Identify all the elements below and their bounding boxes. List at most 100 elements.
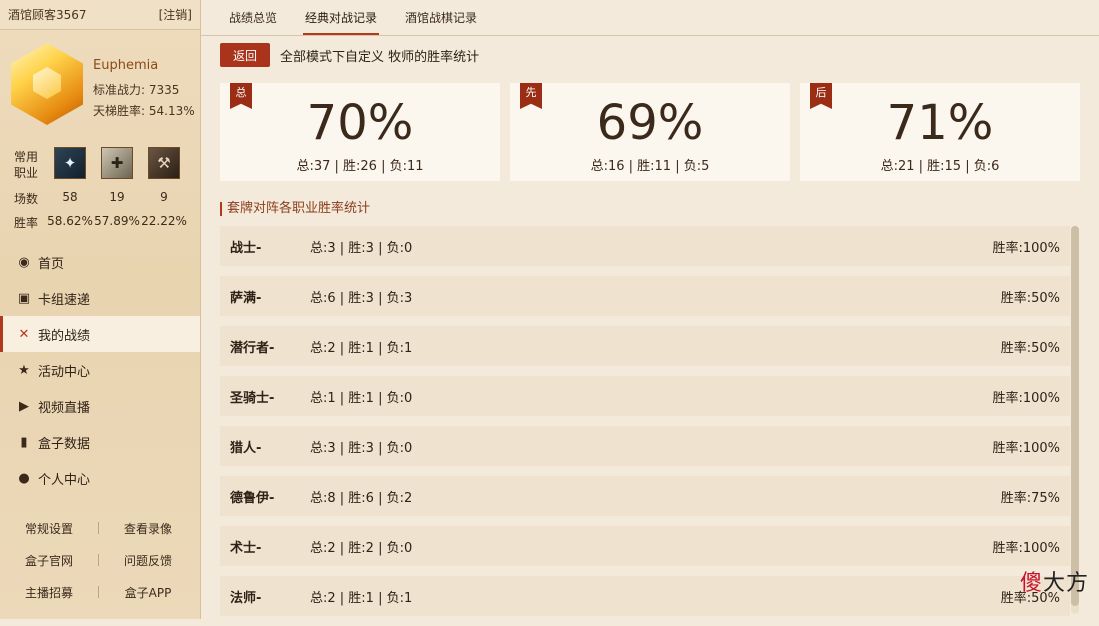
- table-row[interactable]: 圣骑士- 总:1 | 胜:1 | 负:0 胜率:100%: [220, 376, 1070, 416]
- deck-icon: ▣: [17, 290, 31, 306]
- record-summary: 总:16 | 胜:11 | 负:5: [590, 159, 710, 174]
- rate-value-2: 57.89%: [94, 214, 140, 228]
- class-name: 战士-: [230, 241, 262, 256]
- profile-card: Euphemia 标准战力: 7335 天梯胜率: 54.13%: [0, 31, 200, 141]
- class-record: 总:2 | 胜:1 | 负:1: [310, 341, 413, 356]
- replay-link[interactable]: 查看录像: [99, 520, 197, 537]
- matchup-list: 战士- 总:3 | 胜:3 | 负:0 胜率:100% 萨满- 总:6 | 胜:…: [220, 226, 1070, 626]
- class-record: 总:6 | 胜:3 | 负:3: [310, 291, 413, 306]
- table-row[interactable]: 法师- 总:2 | 胜:1 | 负:1 胜率:50%: [220, 576, 1070, 616]
- table-row[interactable]: 战士- 总:3 | 胜:3 | 负:0 胜率:100%: [220, 226, 1070, 266]
- rate-value-3: 22.22%: [141, 214, 187, 228]
- sidebar-nav: ◉ 首页 ▣ 卡组速递 ✕ 我的战绩 ★ 活动中心 ▶ 视频直播 ▮ 盒子数据 …: [0, 244, 200, 496]
- app-link[interactable]: 盒子APP: [99, 584, 197, 601]
- watermark-logo: 傻大方: [1019, 571, 1089, 596]
- feedback-link[interactable]: 问题反馈: [99, 552, 197, 569]
- sidebar: 酒馆顾客3567 [注销] Euphemia 标准战力: 7335 天梯胜率: …: [0, 0, 201, 619]
- class-win-rate: 胜率:100%: [992, 391, 1060, 406]
- tab-battlegrounds-records[interactable]: 酒馆战棋记录: [403, 9, 479, 35]
- win-percent: 70%: [306, 95, 414, 151]
- class-record: 总:2 | 胜:2 | 负:0: [310, 541, 413, 556]
- class-win-rate: 胜率:50%: [1000, 341, 1060, 356]
- class-name: 猎人-: [230, 441, 262, 456]
- scrollbar[interactable]: [1071, 226, 1079, 614]
- logout-link[interactable]: [注销]: [159, 6, 192, 23]
- sidebar-item-my-records[interactable]: ✕ 我的战绩: [0, 316, 200, 352]
- home-icon: ◉: [18, 254, 30, 270]
- games-label: 场数: [14, 192, 39, 206]
- sidebar-item-label: 个人中心: [38, 472, 91, 488]
- class-win-rate: 胜率:100%: [992, 441, 1060, 456]
- settings-link[interactable]: 常规设置: [0, 520, 98, 537]
- warrior-icon[interactable]: ⚒: [148, 147, 180, 179]
- scrollbar-thumb[interactable]: [1071, 226, 1079, 606]
- sidebar-item-profile[interactable]: ● 个人中心: [0, 460, 200, 496]
- class-win-rate: 胜率:50%: [1000, 291, 1060, 306]
- user-icon: ●: [18, 470, 30, 486]
- ladder-win-rate: 天梯胜率: 54.13%: [93, 104, 195, 118]
- breadcrumb: 返回 全部模式下自定义 牧师的胜率统计: [220, 43, 479, 67]
- streamer-recruit-link[interactable]: 主播招募: [0, 584, 98, 601]
- rank-emblem-icon: [11, 43, 83, 129]
- username: 酒馆顾客3567: [8, 8, 87, 22]
- class-record: 总:3 | 胜:3 | 负:0: [310, 241, 413, 256]
- bar-chart-icon: ▮: [20, 434, 28, 450]
- priest-icon[interactable]: ✚: [101, 147, 133, 179]
- class-name: 法师-: [230, 591, 262, 606]
- stat-card-second: 后 71% 总:21 | 胜:15 | 负:6: [800, 83, 1080, 181]
- table-row[interactable]: 潜行者- 总:2 | 胜:1 | 负:1 胜率:50%: [220, 326, 1070, 366]
- player-name: Euphemia: [93, 58, 159, 73]
- win-percent: 71%: [886, 95, 994, 151]
- games-value-1: 58: [62, 190, 78, 204]
- sidebar-item-label: 盒子数据: [38, 436, 91, 452]
- standard-power: 标准战力: 7335: [93, 83, 180, 97]
- sidebar-item-video[interactable]: ▶ 视频直播: [0, 388, 200, 424]
- class-win-rate: 胜率:100%: [992, 241, 1060, 256]
- common-classes-label: 常用职业: [14, 150, 39, 180]
- class-win-rate: 胜率:75%: [1000, 491, 1060, 506]
- class-name: 潜行者-: [230, 341, 275, 356]
- official-site-link[interactable]: 盒子官网: [0, 552, 98, 569]
- sidebar-item-label: 活动中心: [38, 364, 91, 380]
- table-row[interactable]: 猎人- 总:3 | 胜:3 | 负:0 胜率:100%: [220, 426, 1070, 466]
- games-value-3: 9: [160, 190, 168, 204]
- mage-icon[interactable]: ✦: [54, 147, 86, 179]
- sidebar-item-decks[interactable]: ▣ 卡组速递: [0, 280, 200, 316]
- rate-value-1: 58.62%: [47, 214, 93, 228]
- stat-cards: 总 70% 总:37 | 胜:26 | 负:11 先 69% 总:16 | 胜:…: [220, 83, 1080, 181]
- video-icon: ▶: [19, 398, 29, 414]
- tab-bar: 战绩总览 经典对战记录 酒馆战棋记录: [201, 0, 1099, 36]
- class-name: 术士-: [230, 541, 262, 556]
- user-topbar: 酒馆顾客3567 [注销]: [0, 0, 200, 30]
- class-name: 圣骑士-: [230, 391, 275, 406]
- common-classes: 常用职业 ✦ ✚ ⚒ 场数 58 19 9 胜率 58.62% 57.89% 2…: [0, 143, 200, 233]
- class-record: 总:1 | 胜:1 | 负:0: [310, 391, 413, 406]
- win-percent: 69%: [596, 95, 704, 151]
- sidebar-item-events[interactable]: ★ 活动中心: [0, 352, 200, 388]
- rate-label: 胜率: [14, 216, 39, 230]
- table-row[interactable]: 德鲁伊- 总:8 | 胜:6 | 负:2 胜率:75%: [220, 476, 1070, 516]
- section-title: 套牌对阵各职业胜率统计: [220, 202, 370, 216]
- tab-classic-records[interactable]: 经典对战记录: [303, 9, 380, 35]
- star-icon: ★: [18, 362, 30, 378]
- footer-links: 常规设置 查看录像 盒子官网 问题反馈 主播招募 盒子APP: [0, 512, 200, 608]
- table-row[interactable]: 萨满- 总:6 | 胜:3 | 负:3 胜率:50%: [220, 276, 1070, 316]
- sidebar-item-label: 首页: [38, 256, 65, 272]
- stat-card-first: 先 69% 总:16 | 胜:11 | 负:5: [510, 83, 790, 181]
- record-summary: 总:37 | 胜:26 | 负:11: [296, 159, 424, 174]
- back-button[interactable]: 返回: [220, 43, 270, 67]
- table-row[interactable]: 术士- 总:2 | 胜:2 | 负:0 胜率:100%: [220, 526, 1070, 566]
- class-name: 萨满-: [230, 291, 262, 306]
- crossed-swords-icon: ✕: [18, 326, 30, 342]
- page-title: 全部模式下自定义 牧师的胜率统计: [280, 49, 480, 65]
- record-summary: 总:21 | 胜:15 | 负:6: [880, 159, 1000, 174]
- sidebar-item-label: 卡组速递: [38, 292, 91, 308]
- class-record: 总:3 | 胜:3 | 负:0: [310, 441, 413, 456]
- main-panel: 战绩总览 经典对战记录 酒馆战棋记录 返回 全部模式下自定义 牧师的胜率统计 总…: [201, 0, 1099, 619]
- tab-overview[interactable]: 战绩总览: [227, 9, 279, 35]
- sidebar-item-data[interactable]: ▮ 盒子数据: [0, 424, 200, 460]
- sidebar-item-home[interactable]: ◉ 首页: [0, 244, 200, 280]
- stat-card-total: 总 70% 总:37 | 胜:26 | 负:11: [220, 83, 500, 181]
- sidebar-item-label: 我的战绩: [38, 328, 91, 344]
- games-value-2: 19: [109, 190, 125, 204]
